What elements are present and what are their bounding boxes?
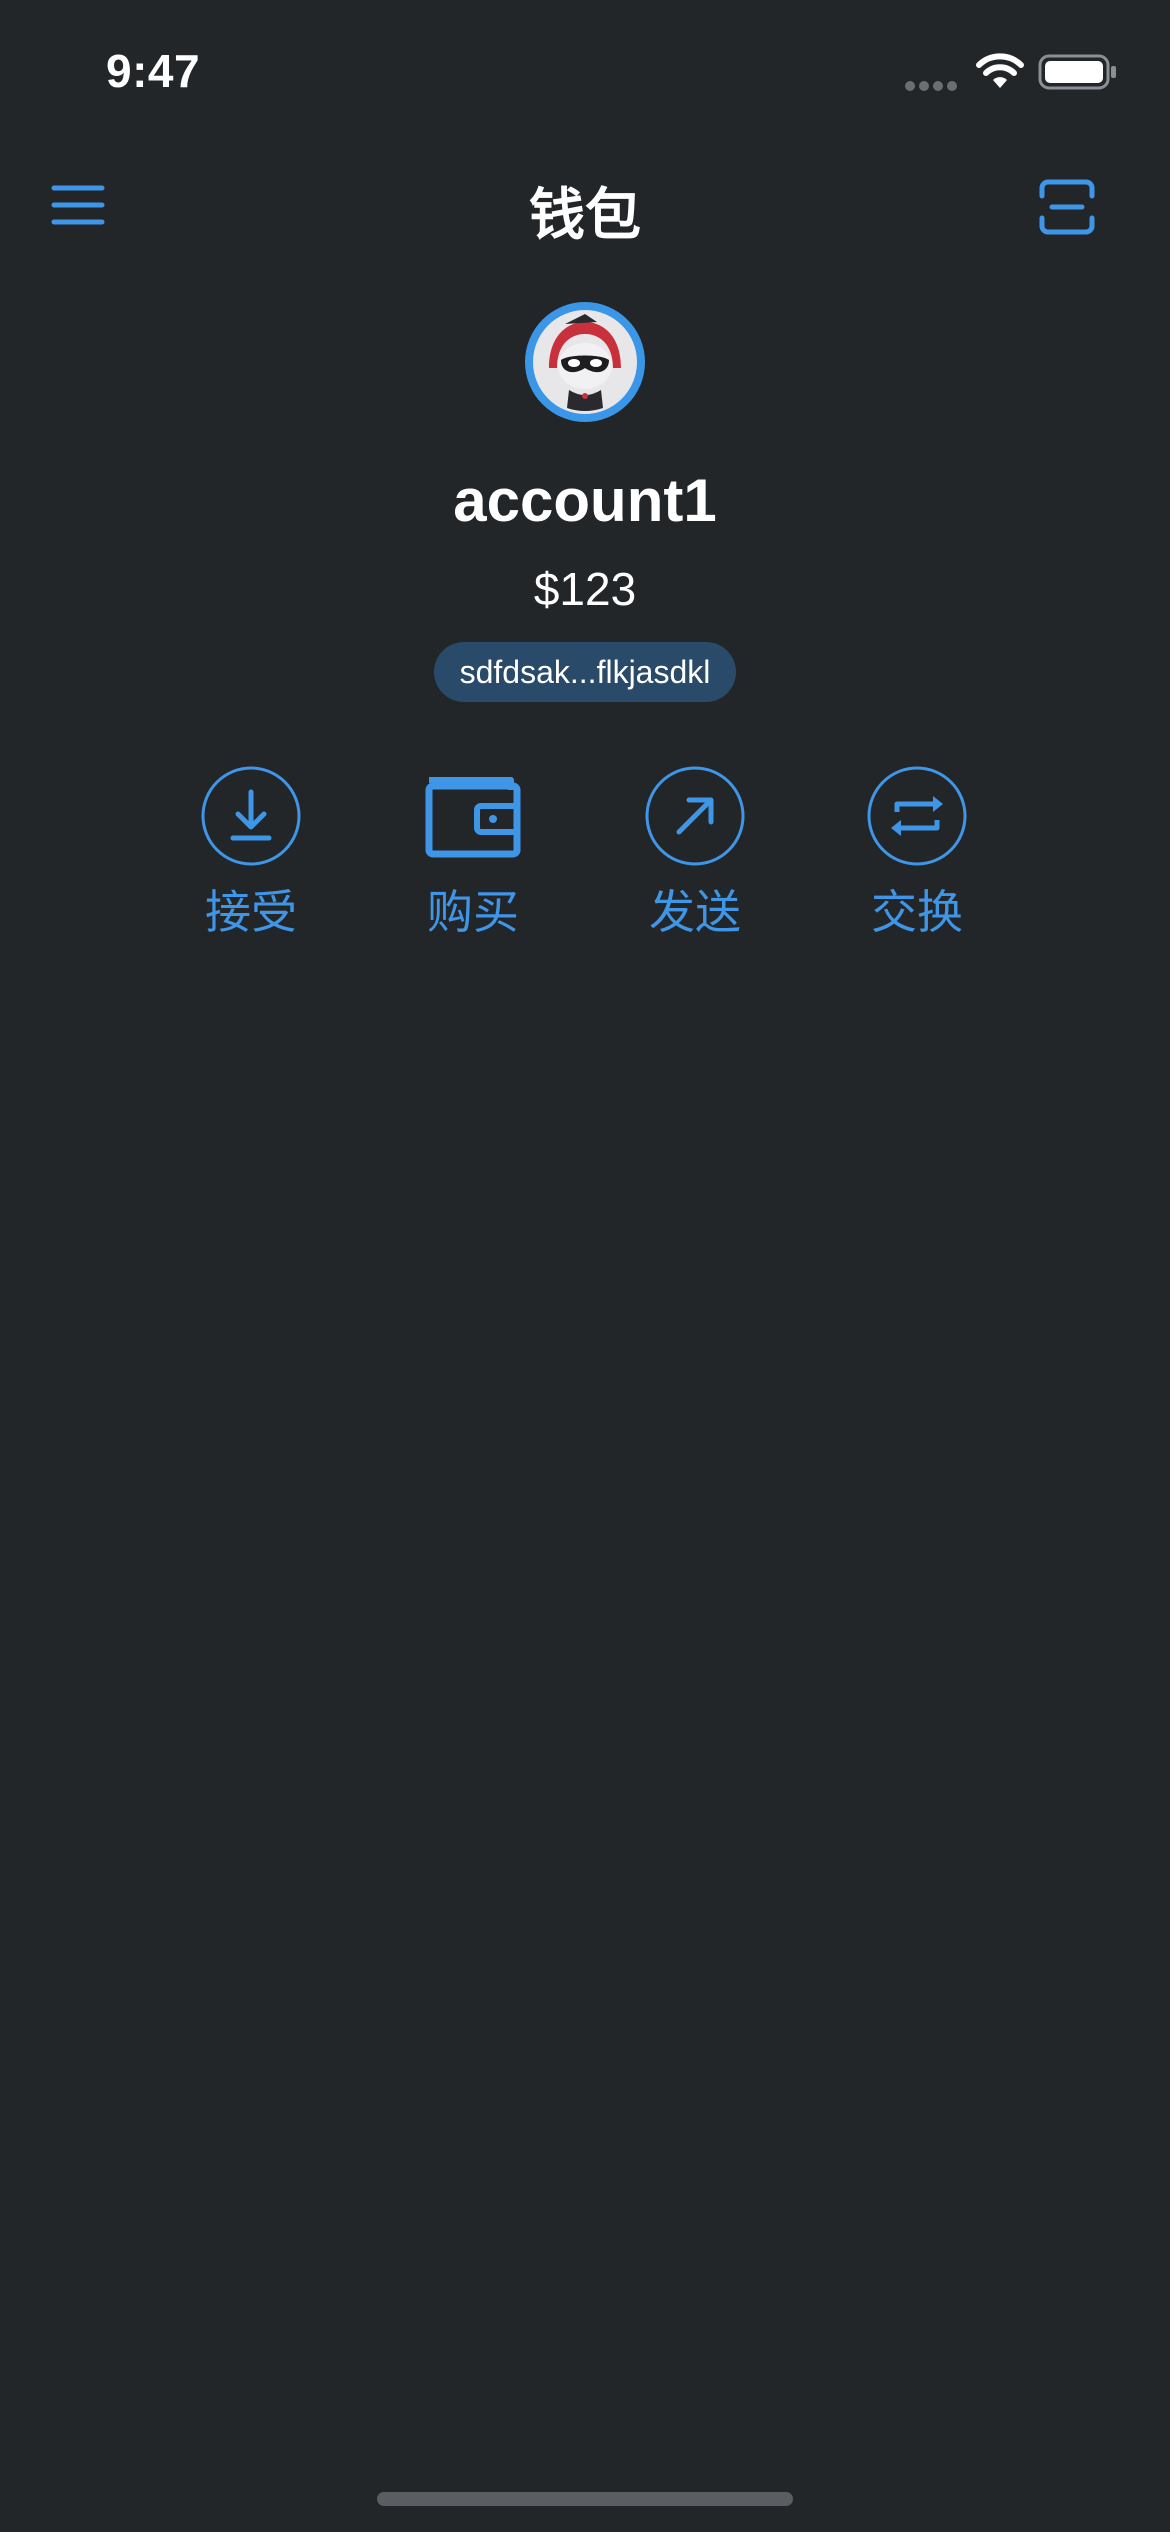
receive-button[interactable]: 接受	[171, 766, 331, 946]
send-arrow-icon	[645, 766, 745, 866]
status-bar: 9:47	[0, 0, 1170, 140]
swap-label: 交换	[871, 885, 963, 939]
send-label: 发送	[649, 885, 741, 939]
cellular-signal-icon	[905, 81, 957, 91]
avatar-character-icon	[533, 310, 637, 414]
receive-label: 接受	[205, 885, 297, 939]
account-name: account1	[453, 467, 717, 534]
avatar[interactable]	[525, 302, 645, 422]
battery-icon	[1038, 54, 1116, 90]
buy-label: 购买	[427, 885, 519, 939]
status-time: 9:47	[106, 45, 201, 97]
account-address-pill[interactable]: sdfdsak...flkjasdkl	[434, 642, 736, 702]
swap-icon	[867, 766, 967, 866]
home-indicator[interactable]	[377, 2492, 793, 2506]
wallet-icon	[425, 777, 521, 858]
scan-icon[interactable]	[1038, 178, 1096, 236]
page-title: 钱包	[529, 183, 641, 248]
buy-button[interactable]: 购买	[393, 766, 553, 946]
wifi-icon	[976, 53, 1024, 88]
receive-download-icon	[201, 766, 301, 866]
action-buttons-row: 接受 购买 发送 交换	[0, 766, 1170, 946]
navigation-bar: 钱包	[0, 150, 1170, 260]
send-button[interactable]: 发送	[615, 766, 775, 946]
account-balance: $123	[533, 563, 637, 615]
swap-button[interactable]: 交换	[837, 766, 997, 946]
